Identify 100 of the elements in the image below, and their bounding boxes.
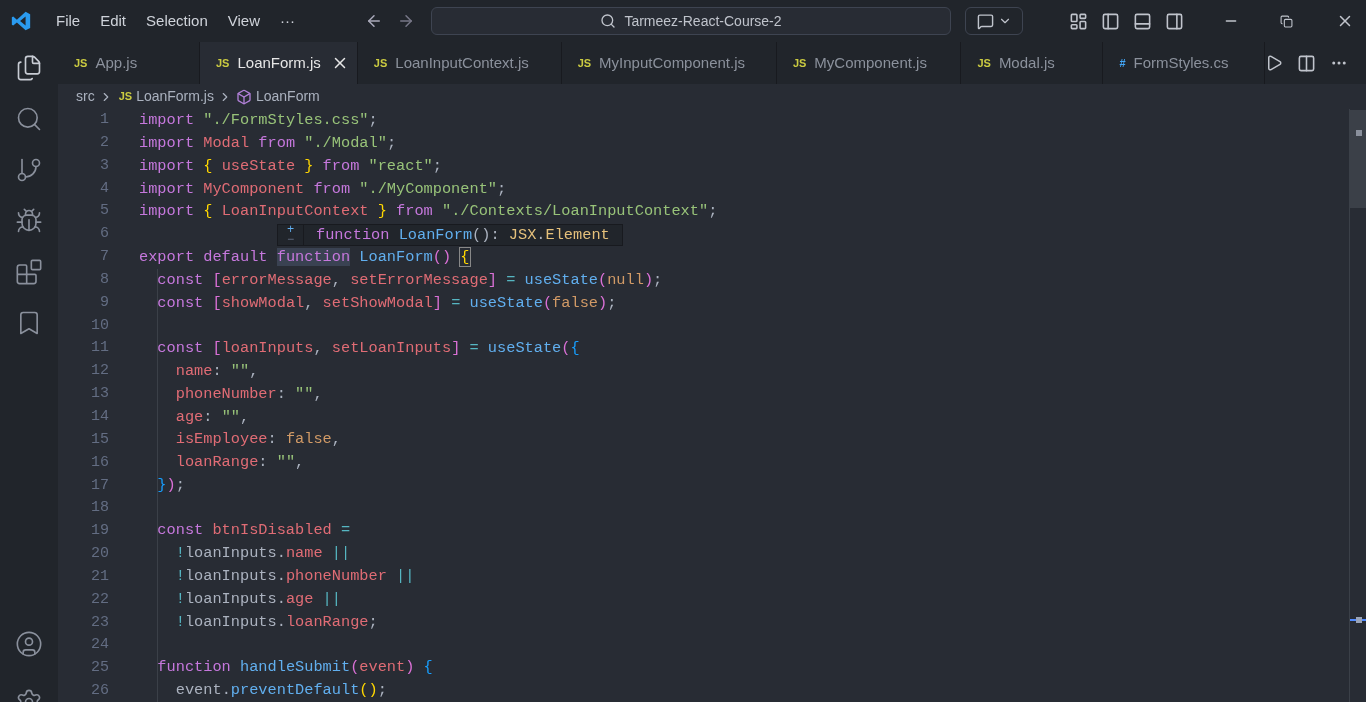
- code-token: from: [396, 202, 434, 221]
- code-token: loanInputs: [184, 612, 277, 631]
- code-token: const: [156, 521, 205, 540]
- code-token: (: [598, 270, 608, 289]
- code-token: ): [405, 658, 416, 677]
- expand-button[interactable]: +: [286, 225, 295, 235]
- code-token: function: [156, 658, 232, 677]
- code-token: !: [174, 567, 185, 586]
- code-token: loanInputs: [184, 567, 277, 586]
- line-number: 6: [100, 224, 109, 245]
- bug-icon[interactable]: [15, 207, 43, 235]
- panel-right-icon[interactable]: [1165, 11, 1184, 31]
- command-center[interactable]: Tarmeez-React-Course-2: [431, 7, 951, 35]
- line-number: 25: [91, 658, 109, 679]
- code-token: :: [212, 361, 223, 380]
- code-token: =: [469, 338, 480, 357]
- menu-item[interactable]: ···: [270, 9, 305, 33]
- code-token: "./FormStyles.css": [203, 111, 369, 129]
- code-token: .: [276, 567, 286, 586]
- code-token: const: [156, 338, 205, 357]
- editor-tab[interactable]: JS MyInputComponent.js: [561, 42, 777, 84]
- code-token: .: [276, 590, 286, 608]
- code-token: }: [156, 476, 167, 495]
- line-number: 16: [91, 452, 109, 473]
- account-icon[interactable]: [15, 630, 43, 658]
- line-number: 9: [100, 292, 109, 313]
- code-token: loanInputs: [221, 338, 314, 357]
- menu-item[interactable]: Edit: [90, 9, 137, 33]
- scrollbar-thumb[interactable]: [1350, 110, 1366, 208]
- panel-bottom-icon[interactable]: [1133, 11, 1152, 31]
- search-icon[interactable]: [15, 105, 43, 133]
- breadcrumb-item[interactable]: LoanForm: [255, 86, 320, 107]
- overview-ruler-mark: [1350, 617, 1366, 623]
- code-token: age: [174, 407, 204, 426]
- breadcrumb-item[interactable]: LoanForm.js: [136, 86, 214, 107]
- menu-item[interactable]: File: [46, 9, 91, 33]
- code-token: !: [174, 590, 185, 608]
- code-token: !: [174, 544, 185, 563]
- code-token: setErrorMessage: [350, 270, 488, 289]
- code-token: import: [139, 133, 196, 152]
- code-token: loanRange: [285, 612, 369, 631]
- code-token: (: [542, 293, 553, 312]
- code-token: :: [258, 453, 269, 472]
- menu-item[interactable]: Selection: [136, 9, 218, 33]
- line-number: 13: [91, 384, 109, 405]
- code-token: btnIsDisabled: [212, 521, 333, 540]
- editor-tab[interactable]: # FormStyles.cs: [1103, 42, 1265, 84]
- code-token: ():: [472, 225, 501, 244]
- code-token: function: [276, 247, 351, 266]
- line-number: 4: [100, 178, 109, 199]
- branch-icon[interactable]: [15, 156, 43, 184]
- menu-item[interactable]: View: [217, 9, 270, 33]
- code-token: export: [139, 247, 196, 266]
- restore-icon[interactable]: [1280, 14, 1293, 28]
- breadcrumb-item[interactable]: src: [76, 86, 95, 107]
- code-token: :: [203, 407, 214, 426]
- code-token: ;: [607, 293, 617, 312]
- code-token: event: [174, 681, 222, 700]
- line-number: 5: [100, 201, 109, 222]
- file-type-icon: JS: [118, 88, 133, 105]
- code-token: {: [423, 658, 433, 677]
- editor-tab[interactable]: JS MyComponent.js: [776, 42, 962, 84]
- code-token: ]: [487, 270, 499, 289]
- code-token: function: [316, 225, 391, 244]
- code-token: const: [156, 270, 205, 289]
- code-token: "./Modal": [304, 133, 387, 152]
- code-token: :: [276, 384, 287, 403]
- chat-button[interactable]: [965, 7, 1023, 35]
- code-token: ): [166, 476, 176, 495]
- panel-left-icon[interactable]: [1101, 11, 1120, 31]
- run-icon[interactable]: [1265, 54, 1283, 72]
- split-editor-icon[interactable]: [1297, 53, 1316, 73]
- back-icon[interactable]: [365, 12, 383, 30]
- line-number: 18: [91, 498, 109, 519]
- code-token: name: [285, 544, 324, 563]
- code-token: ,: [331, 430, 341, 449]
- editor-tab[interactable]: JS LoanForm.js: [200, 42, 358, 84]
- line-number: 15: [91, 429, 109, 450]
- layout-icon[interactable]: [1069, 11, 1088, 31]
- code-token: false: [552, 293, 598, 312]
- line-number: 19: [91, 521, 109, 542]
- code-token: Element: [545, 225, 610, 244]
- code-token: ]: [432, 293, 443, 312]
- editor-tab[interactable]: JS Modal.js: [961, 42, 1104, 84]
- code-token: ;: [377, 681, 387, 700]
- code-token: "": [295, 384, 314, 403]
- code-token: loanInputs: [184, 590, 277, 608]
- code-token: [: [212, 338, 222, 357]
- files-icon[interactable]: [15, 54, 43, 82]
- line-number: 3: [100, 155, 109, 176]
- code-token: from: [313, 179, 352, 198]
- code-token: import: [139, 156, 196, 175]
- forward-icon[interactable]: [397, 12, 415, 30]
- extensions-icon[interactable]: [15, 258, 43, 286]
- code-token: phoneNumber: [285, 567, 388, 586]
- code-token: ,: [240, 407, 250, 426]
- code-token: ;: [432, 156, 442, 175]
- code-token: ,: [331, 270, 342, 289]
- line-number: 12: [91, 361, 109, 382]
- editor-tab[interactable]: JS LoanInputContext.js: [357, 42, 562, 84]
